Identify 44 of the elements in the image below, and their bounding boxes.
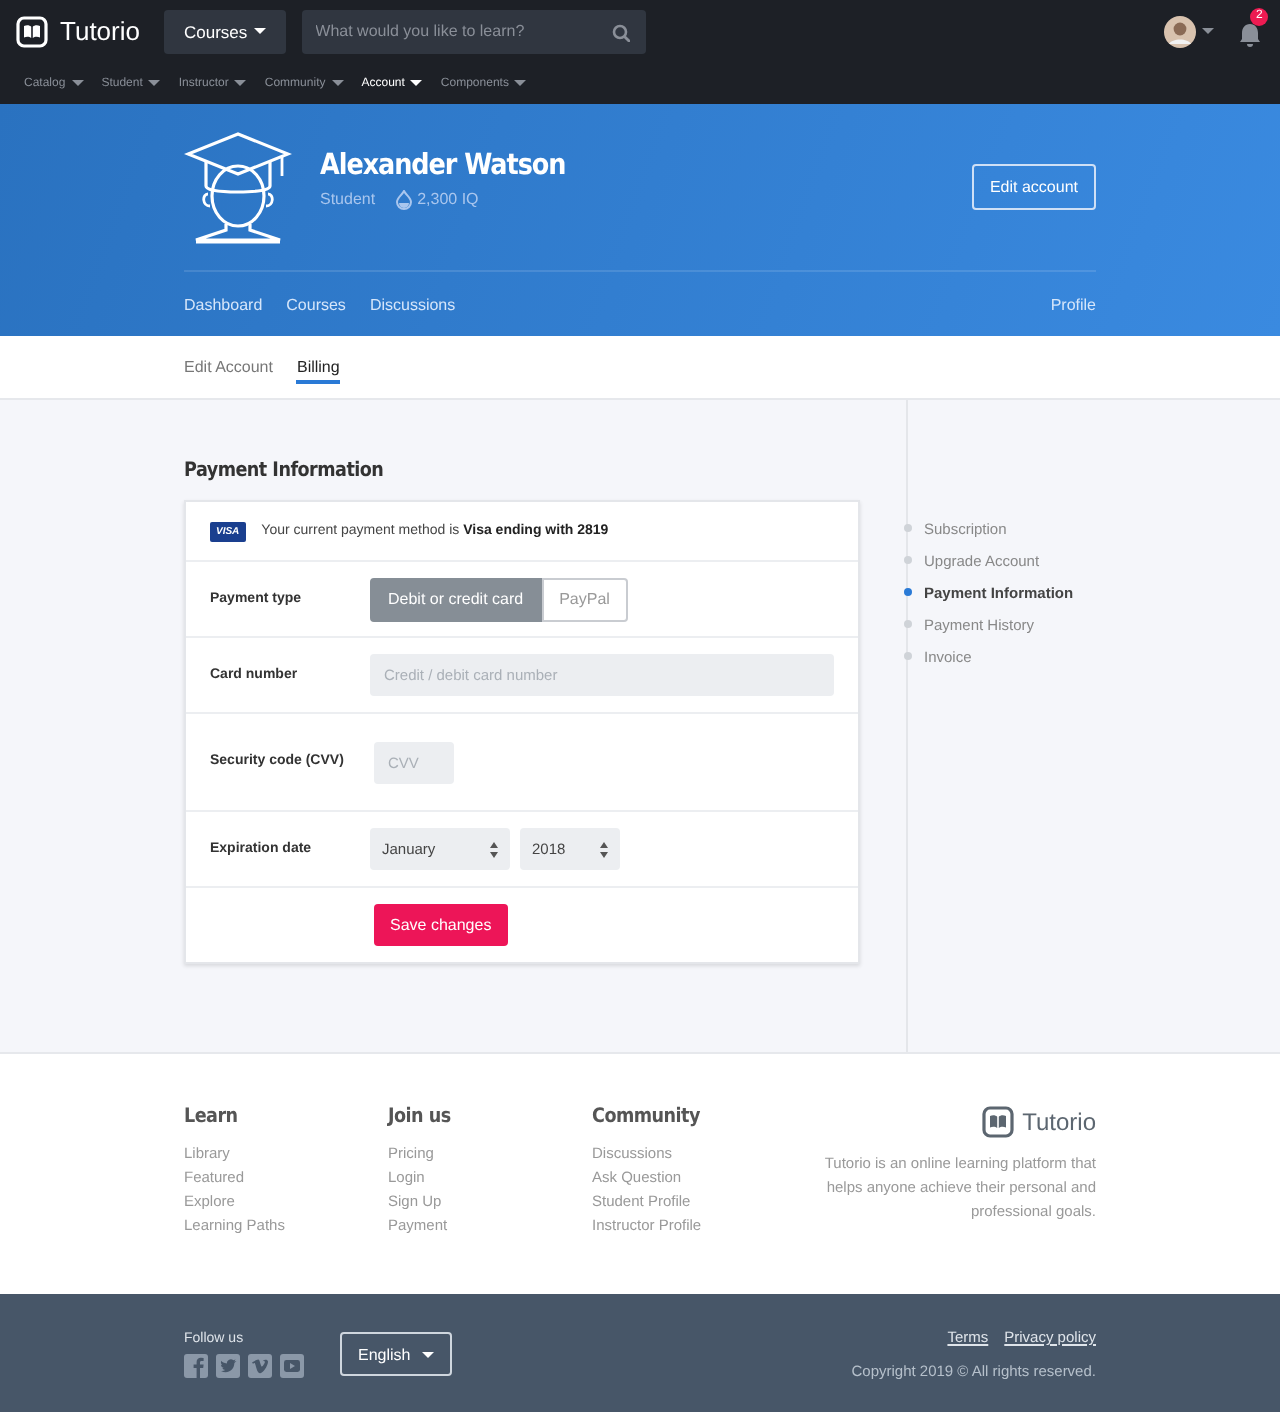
profile-link[interactable]: Profile [1050, 295, 1096, 313]
sort-arrows-icon [600, 841, 608, 857]
profile-nav-link[interactable]: Discussions [369, 295, 456, 313]
avatar-icon [1164, 15, 1196, 47]
tab[interactable]: Edit Account [184, 351, 273, 383]
tab[interactable]: Billing [296, 351, 340, 383]
bell-icon [1238, 21, 1262, 47]
facebook-icon[interactable] [184, 1353, 208, 1377]
sort-arrows-icon [490, 841, 498, 857]
footer-brand-name: Tutorio [1022, 1108, 1096, 1136]
caret-icon [71, 80, 84, 86]
caret-icon [234, 80, 247, 86]
search-field[interactable]: What would you like to learn? [301, 9, 646, 53]
payment-type-option[interactable]: PayPal [541, 577, 628, 621]
caret-icon [148, 80, 161, 86]
caret-icon [410, 80, 423, 86]
footer-heading: Join us [388, 1106, 453, 1128]
book-logo-icon [16, 15, 48, 47]
search-icon [611, 23, 630, 41]
payment-type-option[interactable]: Debit or credit card [370, 577, 542, 621]
youtube-icon[interactable] [280, 1353, 304, 1377]
caret-icon [253, 28, 266, 34]
drop-icon [395, 189, 412, 209]
caret-icon [1202, 28, 1214, 34]
twitter-icon[interactable] [216, 1353, 240, 1377]
profile-nav-link[interactable]: Courses [286, 295, 346, 313]
book-logo-icon [982, 1106, 1015, 1138]
footer-heading: Community [592, 1106, 702, 1128]
caret-icon [331, 80, 344, 86]
footer-heading: Learn [184, 1106, 240, 1128]
student-avatar-icon [184, 129, 292, 245]
profile-name: Alexander Watson [320, 149, 568, 181]
courses-button[interactable]: Courses [163, 9, 286, 53]
save-button[interactable]: Save changes [374, 904, 508, 946]
caret-icon [514, 80, 527, 86]
section-title: Payment Information [184, 460, 386, 482]
vimeo-icon[interactable] [248, 1353, 272, 1377]
profile-role: Student [320, 189, 376, 209]
brand-name[interactable]: Tutorio [60, 16, 140, 46]
language-select[interactable]: English [340, 1332, 453, 1376]
caret-icon [422, 1351, 435, 1357]
profile-nav-link[interactable]: Dashboard [184, 295, 263, 313]
profile-points: 2,300 IQ [417, 190, 479, 208]
edit-account-button[interactable]: Edit account [971, 164, 1096, 210]
